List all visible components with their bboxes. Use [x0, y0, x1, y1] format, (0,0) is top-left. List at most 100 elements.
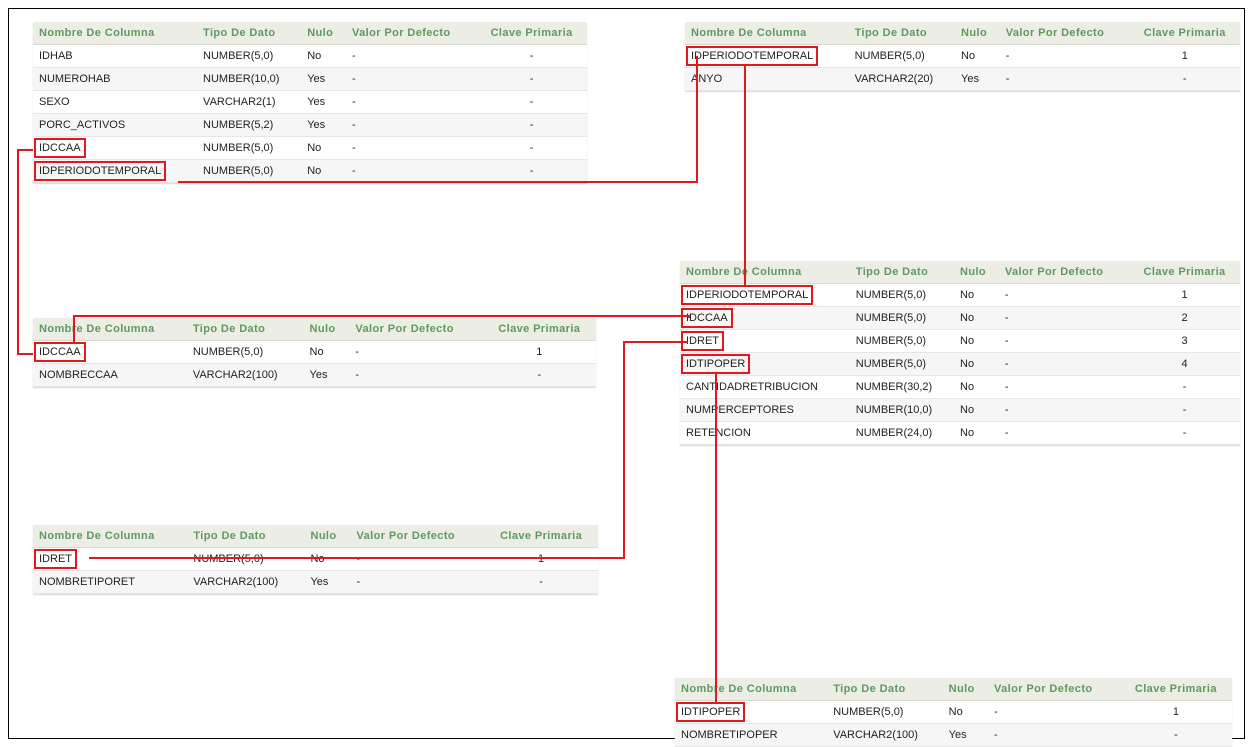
nullable-header: Nulo: [303, 318, 350, 341]
header-row: Nombre De Columna Tipo De Dato Nulo Valor P…: [685, 22, 1240, 45]
data-type-cell: NUMBER(5,0): [197, 159, 302, 183]
data-type-header: Tipo De Dato: [827, 678, 943, 701]
column-name-cell: IDPERIODOTEMPORAL: [685, 44, 849, 68]
table-row: NUMPERCEPTORES NUMBER(10,0) No - -: [680, 398, 1240, 422]
nullable-cell: No: [954, 398, 999, 422]
table-row: NOMBRECCAA VARCHAR2(100) Yes - -: [33, 363, 596, 387]
column-name-cell: IDPERIODOTEMPORAL: [33, 159, 198, 183]
nullable-cell: No: [301, 44, 346, 68]
data-type-cell: NUMBER(5,0): [849, 283, 954, 307]
key-column-highlight: IDPERIODOTEMPORAL: [681, 285, 814, 305]
data-type-header: Tipo De Dato: [849, 261, 954, 284]
nullable-cell: No: [955, 44, 1000, 68]
default-value-header: Valor Por Defecto: [998, 261, 1130, 284]
primary-key-header: Clave Primaria: [1129, 22, 1240, 45]
default-value-header: Valor Por Defecto: [346, 22, 477, 45]
default-value-cell: -: [350, 570, 485, 594]
primary-key-cell: 1: [484, 547, 598, 571]
data-type-header: Tipo De Dato: [197, 22, 302, 45]
default-value-cell: -: [349, 340, 483, 364]
column-name-cell: IDTIPOPER: [675, 700, 828, 724]
default-value-cell: -: [346, 159, 477, 183]
table-row: IDHAB NUMBER(5,0) No - -: [33, 44, 587, 68]
header-row: Nombre De Columna Tipo De Dato Nulo Valor P…: [675, 678, 1232, 701]
default-value-header: Valor Por Defecto: [349, 318, 483, 341]
table-row: NOMBRETIPORET VARCHAR2(100) Yes - -: [33, 570, 598, 594]
table-row: IDCCAA NUMBER(5,0) No -2: [680, 306, 1240, 330]
table-tipo-perceptor: Nombre De Columna Tipo De Dato Nulo Valor P…: [675, 678, 1232, 747]
key-column-highlight: IDTIPOPER: [681, 354, 751, 374]
column-name-cell: NOMBRETIPORET: [33, 570, 188, 594]
nullable-cell: Yes: [942, 723, 988, 747]
table-row: IDPERIODOTEMPORAL NUMBER(5,0) No - -: [33, 159, 587, 183]
column-name-cell: IDRET: [680, 329, 850, 353]
primary-key-cell: -: [484, 570, 598, 594]
column-name-cell: NUMEROHAB: [33, 67, 198, 91]
default-value-header: Valor Por Defecto: [999, 22, 1130, 45]
table-row: CANTIDADRETRIBUCION NUMBER(30,2) No - -: [680, 375, 1240, 399]
default-value-cell: -: [999, 67, 1130, 91]
table-row: SEXO VARCHAR2(1) Yes - -: [33, 90, 587, 114]
default-value-cell: -: [998, 421, 1130, 445]
header-row: Nombre De Columna Tipo De Dato Nulo Valor P…: [33, 525, 598, 548]
column-name-cell: CANTIDADRETRIBUCION: [680, 375, 850, 399]
data-type-cell: VARCHAR2(100): [186, 363, 304, 387]
nullable-cell: No: [954, 375, 999, 399]
nullable-cell: Yes: [301, 113, 346, 137]
nullable-cell: Yes: [303, 363, 350, 387]
primary-key-header: Clave Primaria: [1119, 678, 1232, 701]
data-type-cell: NUMBER(5,0): [197, 136, 302, 160]
data-type-cell: NUMBER(30,2): [849, 375, 954, 399]
data-type-header: Tipo De Dato: [186, 318, 304, 341]
primary-key-header: Clave Primaria: [482, 318, 596, 341]
data-type-cell: NUMBER(5,0): [848, 44, 956, 68]
nullable-cell: Yes: [301, 90, 346, 114]
column-name-cell: IDHAB: [33, 44, 198, 68]
column-name-cell: IDCCAA: [33, 136, 198, 160]
primary-key-cell: -: [1119, 723, 1232, 747]
primary-key-cell: 3: [1129, 329, 1240, 353]
key-column-highlight: IDTIPOPER: [676, 702, 746, 722]
column-name-cell: PORC_ACTIVOS: [33, 113, 198, 137]
column-name-cell: RETENCION: [680, 421, 850, 445]
column-name-cell: ANYO: [685, 67, 849, 91]
primary-key-cell: 4: [1129, 352, 1240, 376]
default-value-header: Valor Por Defecto: [350, 525, 485, 548]
table-row: IDRET NUMBER(5,0) No -1: [33, 547, 598, 571]
nullable-cell: No: [954, 283, 999, 307]
primary-key-cell: -: [1129, 398, 1240, 422]
table-ccaa: Nombre De Columna Tipo De Dato Nulo Valor P…: [33, 318, 596, 387]
table-row: NOMBRETIPOPER VARCHAR2(100) Yes - -: [675, 723, 1232, 747]
table-row: RETENCION NUMBER(24,0) No - -: [680, 421, 1240, 445]
data-type-cell: NUMBER(5,0): [197, 44, 302, 68]
data-type-cell: NUMBER(10,0): [849, 398, 954, 422]
primary-key-header: Clave Primaria: [484, 525, 598, 548]
column-name-cell: IDCCAA: [680, 306, 850, 330]
default-value-cell: -: [350, 547, 485, 571]
table-row: ANYO VARCHAR2(20) Yes - -: [685, 67, 1240, 91]
data-type-cell: NUMBER(5,0): [827, 700, 943, 724]
primary-key-cell: -: [476, 67, 587, 91]
primary-key-cell: -: [476, 159, 587, 183]
default-value-cell: -: [346, 67, 477, 91]
primary-key-cell: -: [1129, 375, 1240, 399]
column-name-cell: IDTIPOPER: [680, 352, 850, 376]
primary-key-cell: 1: [1129, 44, 1240, 68]
default-value-cell: -: [998, 306, 1130, 330]
column-name-header: Nombre De Columna: [685, 22, 849, 45]
column-name-cell: NOMBRECCAA: [33, 363, 187, 387]
default-value-cell: -: [349, 363, 483, 387]
nullable-cell: No: [954, 352, 999, 376]
default-value-cell: -: [346, 44, 477, 68]
table-row: NUMEROHAB NUMBER(10,0) Yes - -: [33, 67, 587, 91]
primary-key-cell: -: [1129, 421, 1240, 445]
data-type-cell: NUMBER(5,0): [849, 306, 954, 330]
default-value-cell: -: [999, 44, 1130, 68]
table-retribuciones: Nombre De Columna Tipo De Dato Nulo Valor P…: [680, 261, 1240, 445]
nullable-header: Nulo: [301, 22, 346, 45]
table-row: IDRET NUMBER(5,0) No -3: [680, 329, 1240, 353]
column-name-cell: NOMBRETIPOPER: [675, 723, 828, 747]
key-column-highlight: IDCCAA: [681, 308, 733, 328]
primary-key-cell: 1: [482, 340, 596, 364]
table-row: PORC_ACTIVOS NUMBER(5,2) Yes - -: [33, 113, 587, 137]
